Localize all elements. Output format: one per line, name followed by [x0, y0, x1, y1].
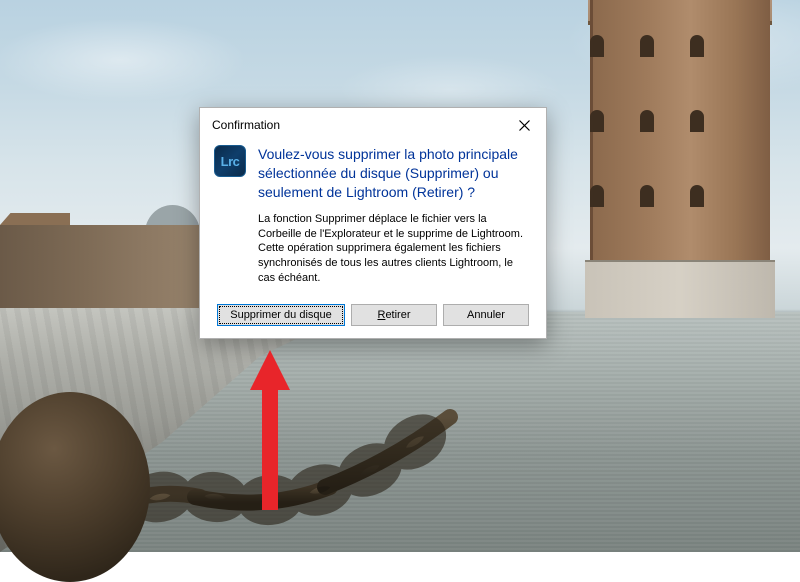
app-icon-label: Lrc [221, 154, 240, 169]
dialog-button-row: Supprimer du disque Retirer Annuler [200, 298, 546, 338]
dialog-title: Confirmation [212, 118, 280, 132]
remove-button[interactable]: Retirer [351, 304, 437, 326]
confirmation-dialog: Confirmation Lrc Voulez-vous supprimer l… [199, 107, 547, 339]
dialog-body: Lrc Voulez-vous supprimer la photo princ… [200, 141, 546, 298]
mooring-bollard [0, 392, 150, 582]
delete-from-disk-button[interactable]: Supprimer du disque [217, 304, 345, 326]
tower-windows [580, 30, 720, 260]
lightroom-classic-icon: Lrc [214, 145, 246, 177]
dialog-titlebar: Confirmation [200, 108, 546, 141]
close-button[interactable] [510, 115, 538, 135]
close-icon [519, 120, 530, 131]
dialog-body-text: La fonction Supprimer déplace le fichier… [258, 212, 532, 286]
cancel-label: Annuler [467, 309, 505, 321]
remove-label-rest: etirer [385, 309, 410, 321]
dialog-heading: Voulez-vous supprimer la photo principal… [258, 145, 532, 202]
delete-from-disk-label: Supprimer du disque [230, 309, 332, 321]
dialog-content: Voulez-vous supprimer la photo principal… [258, 145, 532, 286]
cancel-button[interactable]: Annuler [443, 304, 529, 326]
tower-base [585, 260, 775, 318]
left-buildings [0, 225, 205, 320]
